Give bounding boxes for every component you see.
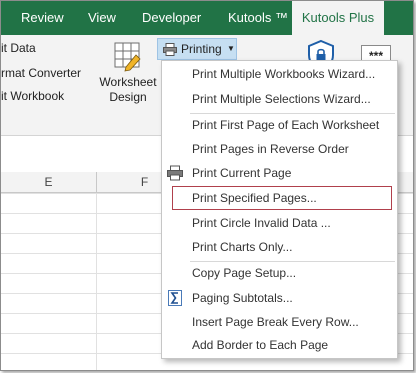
ribbon-item-split-workbook[interactable]: it Workbook <box>1 89 64 103</box>
menu-item-print-multiple-workbooks[interactable]: Print Multiple Workbooks Wizard... <box>162 63 397 85</box>
menu-item-insert-page-break[interactable]: Insert Page Break Every Row... <box>162 311 397 333</box>
chevron-down-icon: ▼ <box>227 44 235 53</box>
tab-kutools[interactable]: Kutools ™ <box>228 1 288 35</box>
worksheet-design-label-line1: Worksheet <box>99 75 157 89</box>
menu-item-label: Print Multiple Workbooks Wizard... <box>192 67 376 81</box>
menu-item-print-first-page[interactable]: Print First Page of Each Worksheet <box>162 114 397 136</box>
menu-item-copy-page-setup[interactable]: Copy Page Setup... <box>162 262 397 284</box>
menu-item-print-multiple-selections[interactable]: Print Multiple Selections Wizard... <box>162 88 397 110</box>
menu-item-print-reverse-order[interactable]: Print Pages in Reverse Order <box>162 138 397 160</box>
ribbon-tab-bar: Review View Developer Kutools ™ Kutools … <box>1 1 413 35</box>
menu-item-label: Paging Subtotals... <box>192 291 293 305</box>
menu-item-label: Insert Page Break Every Row... <box>192 315 359 329</box>
printer-icon <box>167 165 183 181</box>
tab-review[interactable]: Review <box>21 1 64 35</box>
menu-item-paging-subtotals[interactable]: Paging Subtotals... <box>162 287 397 309</box>
menu-item-label: Add Border to Each Page <box>192 338 329 352</box>
menu-item-label: Print Charts Only... <box>192 240 293 254</box>
menu-item-label: Print Circle Invalid Data ... <box>192 216 331 230</box>
menu-item-add-border[interactable]: Add Border to Each Page <box>162 334 397 356</box>
printing-dropdown-menu: Print Multiple Workbooks Wizard... Print… <box>161 60 398 359</box>
printing-button-label: Printing <box>181 42 222 56</box>
worksheet-design-icon <box>114 42 141 72</box>
tab-view[interactable]: View <box>88 1 116 35</box>
menu-item-print-specified-pages[interactable]: Print Specified Pages... <box>172 186 392 210</box>
ribbon-item-edit-data[interactable]: it Data <box>1 41 36 55</box>
menu-item-label: Print Multiple Selections Wizard... <box>192 92 371 106</box>
menu-item-print-circle-invalid-data[interactable]: Print Circle Invalid Data ... <box>162 212 397 234</box>
menu-item-label: Print First Page of Each Worksheet <box>192 118 380 132</box>
tab-kutools-plus[interactable]: Kutools Plus <box>292 1 384 35</box>
worksheet-design-label-line2: Design <box>109 90 147 104</box>
menu-item-label: Print Pages in Reverse Order <box>192 142 349 156</box>
column-header-e[interactable]: E <box>1 172 97 192</box>
printing-dropdown-button[interactable]: Printing ▼ <box>157 38 237 60</box>
ribbon-item-format-converter[interactable]: rmat Converter <box>1 66 81 80</box>
tab-developer[interactable]: Developer <box>142 1 201 35</box>
menu-item-print-current-page[interactable]: Print Current Page <box>162 162 397 184</box>
worksheet-design-button[interactable]: Worksheet Design <box>97 40 159 105</box>
sigma-icon <box>168 290 182 306</box>
menu-item-print-charts-only[interactable]: Print Charts Only... <box>162 236 397 258</box>
menu-item-label: Print Specified Pages... <box>192 191 317 205</box>
menu-item-label: Copy Page Setup... <box>192 266 297 280</box>
printer-icon <box>163 43 177 56</box>
menu-item-label: Print Current Page <box>192 166 292 180</box>
excel-window: Review View Developer Kutools ™ Kutools … <box>0 0 414 371</box>
